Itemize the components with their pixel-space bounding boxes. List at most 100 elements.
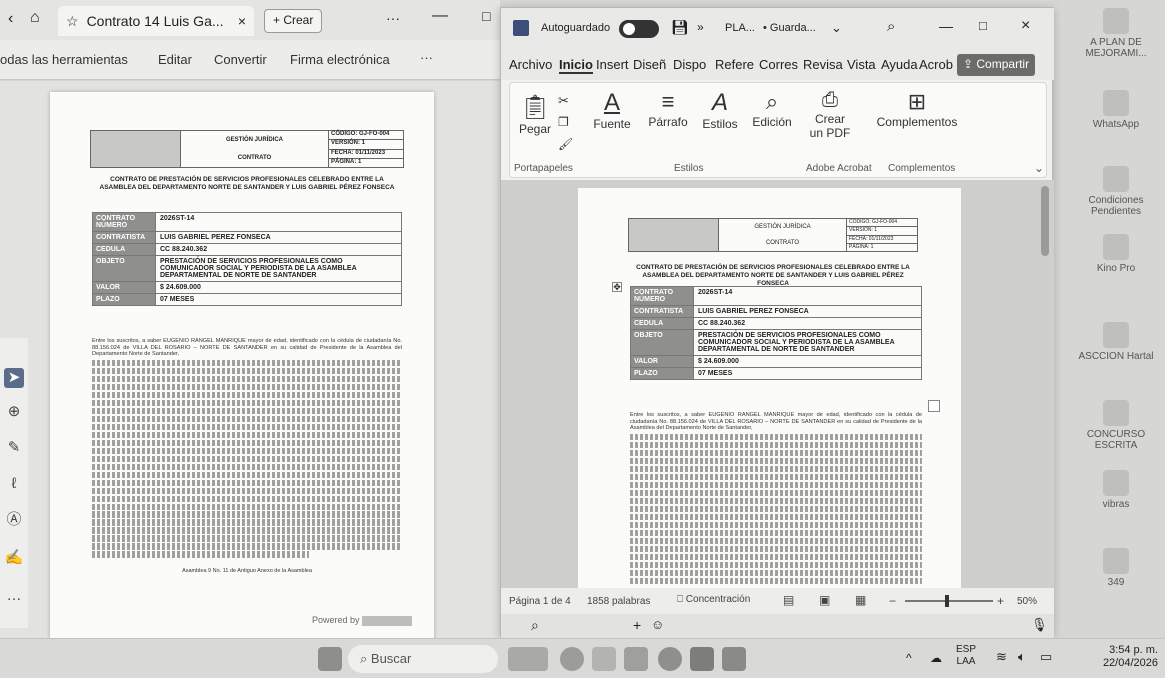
minimize-icon[interactable]: —	[432, 7, 448, 25]
text-box-icon[interactable]: Ⓐ	[4, 510, 24, 530]
quick-access-more-icon[interactable]: »	[697, 20, 704, 34]
add-icon[interactable]: +	[633, 617, 641, 633]
vertical-scrollbar[interactable]	[1041, 186, 1049, 256]
cloud-icon[interactable]: ☁︎	[930, 651, 942, 665]
wifi-icon[interactable]: ≋	[996, 649, 1007, 665]
desktop-icon[interactable]: 349	[1068, 548, 1164, 588]
all-tools-button[interactable]: odas las herramientas	[0, 52, 128, 67]
e-signature-button[interactable]: Firma electrónica	[290, 52, 390, 67]
volume-icon[interactable]: 🔈︎	[1018, 649, 1026, 665]
desktop-icon[interactable]: CONCURSO ESCRITA	[1068, 400, 1164, 451]
table-move-handle[interactable]: ✥	[612, 282, 622, 292]
editing-button[interactable]: ⌕ Edición	[750, 89, 794, 129]
chevron-down-icon[interactable]: ⌄	[831, 20, 842, 36]
file-title[interactable]: PLA...	[725, 22, 755, 34]
field-key: OBJETO	[631, 330, 693, 355]
microphone-icon[interactable]: 🎙︎	[1031, 617, 1048, 633]
copy-icon[interactable]: ❐	[558, 115, 569, 129]
acrobat-taskbar-icon[interactable]	[722, 647, 746, 671]
zoom-out-icon[interactable]: −	[889, 594, 896, 608]
comment-icon[interactable]: ⊕	[4, 402, 24, 422]
chevron-up-icon[interactable]: ^	[906, 651, 912, 665]
minimize-icon[interactable]: —	[939, 18, 953, 34]
web-layout-icon[interactable]: ▦	[855, 593, 866, 607]
chrome-icon[interactable]	[658, 647, 682, 671]
desktop-icon[interactable]: ASCCION Hartal	[1068, 322, 1164, 362]
back-icon[interactable]: ‹	[8, 10, 13, 28]
stamp-icon[interactable]: ✍	[4, 548, 24, 568]
cut-icon[interactable]: ✂	[558, 93, 569, 109]
logo	[629, 219, 719, 251]
tab-view[interactable]: Vista	[847, 57, 876, 72]
tab-file[interactable]: Archivo	[509, 57, 552, 72]
language-indicator[interactable]: ESP LAA	[956, 644, 976, 668]
save-status[interactable]: • Guarda...	[763, 22, 816, 34]
tab-review[interactable]: Revisa	[803, 57, 843, 72]
collapse-ribbon-icon[interactable]: ⌄	[1034, 161, 1044, 175]
create-pdf-button[interactable]: ⎙ Crear un PDF	[806, 89, 854, 140]
freehand-icon[interactable]: ℓ	[4, 474, 24, 494]
task-view-icon[interactable]	[592, 647, 616, 671]
more-tools-button[interactable]: ···	[420, 50, 433, 65]
desktop-icon[interactable]: Kino Pro	[1068, 234, 1164, 274]
star-icon[interactable]: ☆	[66, 13, 79, 30]
maximize-icon[interactable]: □	[979, 18, 987, 33]
edit-button[interactable]: Editar	[158, 52, 192, 67]
search-box[interactable]: ⌕ Buscar	[348, 645, 498, 673]
tab-references[interactable]: Refere	[715, 57, 754, 72]
paragraph-button[interactable]: ≡ Párrafo	[646, 89, 690, 129]
field-key: VALOR	[631, 356, 693, 367]
tab-design[interactable]: Diseñ	[633, 57, 666, 72]
edge-icon[interactable]	[560, 647, 584, 671]
convert-button[interactable]: Convertir	[214, 52, 267, 67]
tab-layout[interactable]: Dispo	[673, 57, 706, 72]
maximize-icon[interactable]: □	[482, 8, 490, 24]
search-icon[interactable]: ⌕	[887, 18, 895, 35]
word-count[interactable]: 1858 palabras	[587, 596, 650, 607]
widgets-icon[interactable]	[508, 647, 548, 671]
addins-button[interactable]: ⊞ Complementos	[872, 89, 962, 129]
format-painter-icon[interactable]: 🖌︎	[558, 137, 573, 151]
share-button[interactable]: ⇪ Compartir	[957, 54, 1036, 76]
save-icon[interactable]: 💾︎	[671, 19, 689, 36]
layout-options-icon[interactable]	[928, 400, 940, 412]
focus-button[interactable]: ⎕ Concentración	[677, 594, 750, 605]
new-tab-button[interactable]: + Crear	[264, 9, 323, 33]
styles-button[interactable]: A Estilos	[700, 89, 740, 131]
tab-home[interactable]: Inicio	[559, 57, 593, 74]
browser-menu-button[interactable]: ···	[386, 10, 400, 26]
font-button[interactable]: A Fuente	[592, 89, 632, 131]
start-icon[interactable]	[318, 647, 342, 671]
desktop-icon[interactable]: vibras	[1068, 470, 1164, 510]
field-key: OBJETO	[93, 256, 155, 281]
zoom-in-icon[interactable]: +	[997, 594, 1004, 608]
battery-icon[interactable]: ▭	[1040, 649, 1052, 665]
tab-insert[interactable]: Insert	[596, 57, 629, 72]
store-icon[interactable]	[624, 647, 648, 671]
powered-by-label: Powered by	[312, 615, 360, 625]
tab-acrobat[interactable]: Acrob	[919, 57, 953, 72]
tab-help[interactable]: Ayuda	[881, 57, 918, 72]
close-tab-icon[interactable]: ×	[238, 13, 246, 29]
desktop-icon[interactable]: Condiciones Pendientes	[1068, 166, 1164, 217]
select-cursor-icon[interactable]: ➤	[4, 368, 24, 388]
zoom-slider[interactable]	[905, 595, 993, 607]
desktop-icon[interactable]: A PLAN DE MEJORAMI...	[1068, 8, 1164, 59]
zoom-icon[interactable]: ⌕	[531, 617, 539, 634]
page-count[interactable]: Página 1 de 4	[509, 596, 571, 607]
close-icon[interactable]: ×	[1021, 17, 1030, 35]
tab-mailings[interactable]: Corres	[759, 57, 798, 72]
desktop-icon[interactable]: WhatsApp	[1068, 90, 1164, 130]
paste-button[interactable]: 📋︎ Pegar	[518, 93, 552, 136]
home-icon[interactable]: ⌂	[30, 9, 40, 27]
autosave-toggle[interactable]	[619, 20, 659, 38]
zoom-level[interactable]: 50%	[1017, 596, 1037, 607]
emoji-icon[interactable]: ☺	[651, 617, 664, 632]
pen-icon[interactable]: ✎	[4, 438, 24, 458]
browser-tab[interactable]: ☆ Contrato 14 Luis Ga... ×	[58, 6, 254, 36]
clock[interactable]: 3:54 p. m. 22/04/2026	[1084, 644, 1158, 670]
more-annotations-icon[interactable]: …	[4, 586, 24, 606]
word-taskbar-icon[interactable]	[690, 647, 714, 671]
read-mode-icon[interactable]: ▤	[783, 593, 794, 607]
print-layout-icon[interactable]: ▣	[819, 593, 830, 607]
